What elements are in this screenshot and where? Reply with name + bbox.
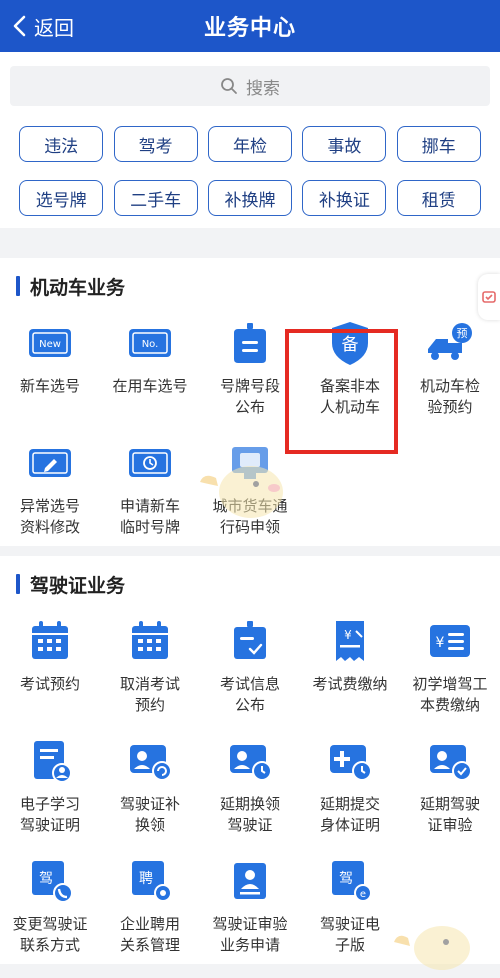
service-exam-info[interactable]: 考试信息 公布 [200,614,300,716]
quick-tag-grid: 违法 驾考 年检 事故 挪车 选号牌 二手车 补换牌 补换证 租赁 [10,126,490,216]
plus-clock-icon [330,745,372,781]
search-input[interactable]: 搜索 [10,66,490,106]
card-refresh-icon [130,745,172,781]
new-plate-icon: New [29,329,71,357]
service-temp-plate[interactable]: 申请新车 临时号牌 [100,436,200,538]
card-check-icon [430,745,472,781]
tag-jiakao[interactable]: 驾考 [113,126,198,162]
vehicle-section: 机动车业务 New 新车选号 No. 在用车选号 号牌号段 公布 备 备案非本 … [0,258,500,546]
service-freight-pass[interactable]: 城市货车通 行码申领 [200,436,300,538]
svg-text:驾: 驾 [39,871,53,887]
vehicle-section-title: 机动车业务 [0,272,500,300]
jia-phone-icon: 驾 [32,861,73,903]
tag-weifa[interactable]: 违法 [19,126,104,162]
service-abnormal-plate-edit[interactable]: 异常选号 资料修改 [0,436,100,538]
service-exam-fee[interactable]: ¥ 考试费缴纳 [300,614,400,716]
plate-clock-icon [129,449,171,477]
license-section: 驾驶证业务 考试预约 取消考试 预约 考试信息 公布 ¥ 考试费缴纳 ¥ 初学增… [0,556,500,964]
service-inspection-booking[interactable]: 预 机动车检 验预约 [400,316,500,418]
tag-buhuanpai[interactable]: 补换牌 [207,180,292,216]
service-register-non-owner[interactable]: 备 备案非本 人机动车 [300,316,400,418]
svg-text:New: New [39,339,61,350]
service-cancel-exam[interactable]: 取消考试 预约 [100,614,200,716]
svg-text:e: e [360,889,366,900]
service-defer-review[interactable]: 延期驾驶 证审验 [400,734,500,836]
title-accent-bar [16,574,20,594]
tag-zulin[interactable]: 租赁 [396,180,481,216]
search-placeholder: 搜索 [246,78,280,99]
tag-nianjian[interactable]: 年检 [207,126,292,162]
service-e-learning-cert[interactable]: 电子学习 驾驶证明 [0,734,100,836]
person-badge-icon [234,863,266,899]
svg-text:驾: 驾 [339,871,353,887]
service-e-license[interactable]: 驾e 驾驶证电 子版 [300,854,400,956]
service-new-car-plate[interactable]: New 新车选号 [0,316,100,418]
no-plate-icon: No. [129,329,171,357]
freight-pass-icon [232,447,268,479]
license-section-title: 驾驶证业务 [0,570,500,598]
service-license-reissue[interactable]: 驾驶证补 换领 [100,734,200,836]
calendar-cancel-icon [132,621,168,659]
app-header: 返回 业务中心 [0,0,500,52]
back-button[interactable]: 返回 [12,0,74,52]
sign-board-icon [234,323,266,363]
back-label: 返回 [34,15,74,40]
title-accent-bar [16,276,20,296]
license-grid: 考试预约 取消考试 预约 考试信息 公布 ¥ 考试费缴纳 ¥ 初学增驾工 本费缴… [0,614,500,956]
tag-shigu[interactable]: 事故 [302,126,387,162]
tag-buhuanzheng[interactable]: 补换证 [302,180,387,216]
chevron-left-icon [13,15,26,37]
search-icon [221,78,237,94]
service-employment-manage[interactable]: 聘 企业聘用 关系管理 [100,854,200,956]
svg-text:¥: ¥ [344,628,352,642]
board-check-icon [234,621,266,659]
service-review-application[interactable]: 驾驶证审验 业务申请 [200,854,300,956]
quick-panel: 搜索 违法 驾考 年检 事故 挪车 选号牌 二手车 补换牌 补换证 租赁 [0,52,500,228]
card-clock-icon [230,745,272,781]
svg-text:¥: ¥ [436,635,445,651]
vehicle-grid: New 新车选号 No. 在用车选号 号牌号段 公布 备 备案非本 人机动车 预… [0,316,500,538]
doc-user-icon [34,741,72,783]
service-change-contact[interactable]: 驾 变更驾驶证 联系方式 [0,854,100,956]
service-exam-booking[interactable]: 考试预约 [0,614,100,716]
side-tab-icon [482,291,496,303]
page-title: 业务中心 [203,16,296,41]
tag-ershouche[interactable]: 二手车 [113,180,198,216]
service-plate-range[interactable]: 号牌号段 公布 [200,316,300,418]
plate-edit-icon [29,449,71,477]
yen-list-icon: ¥ [430,625,470,657]
tag-xuanhaopai[interactable]: 选号牌 [19,180,104,216]
receipt-pay-icon: ¥ [336,621,364,661]
service-defer-renewal[interactable]: 延期换领 驾驶证 [200,734,300,836]
shield-bei-icon: 备 [332,322,368,365]
svg-text:预: 预 [457,327,468,340]
service-defer-health-cert[interactable]: 延期提交 身体证明 [300,734,400,836]
calendar-icon [32,621,68,659]
svg-text:聘: 聘 [139,871,153,887]
svg-text:No.: No. [142,339,159,350]
truck-yu-icon: 预 [428,323,472,360]
svg-text:备: 备 [342,335,359,355]
jia-e-icon: 驾e [332,861,372,902]
side-float-tab[interactable] [478,274,500,320]
service-used-car-plate[interactable]: No. 在用车选号 [100,316,200,418]
service-learner-fee[interactable]: ¥ 初学增驾工 本费缴纳 [400,614,500,716]
tag-nuoche[interactable]: 挪车 [396,126,481,162]
pin-gear-icon: 聘 [132,861,172,902]
